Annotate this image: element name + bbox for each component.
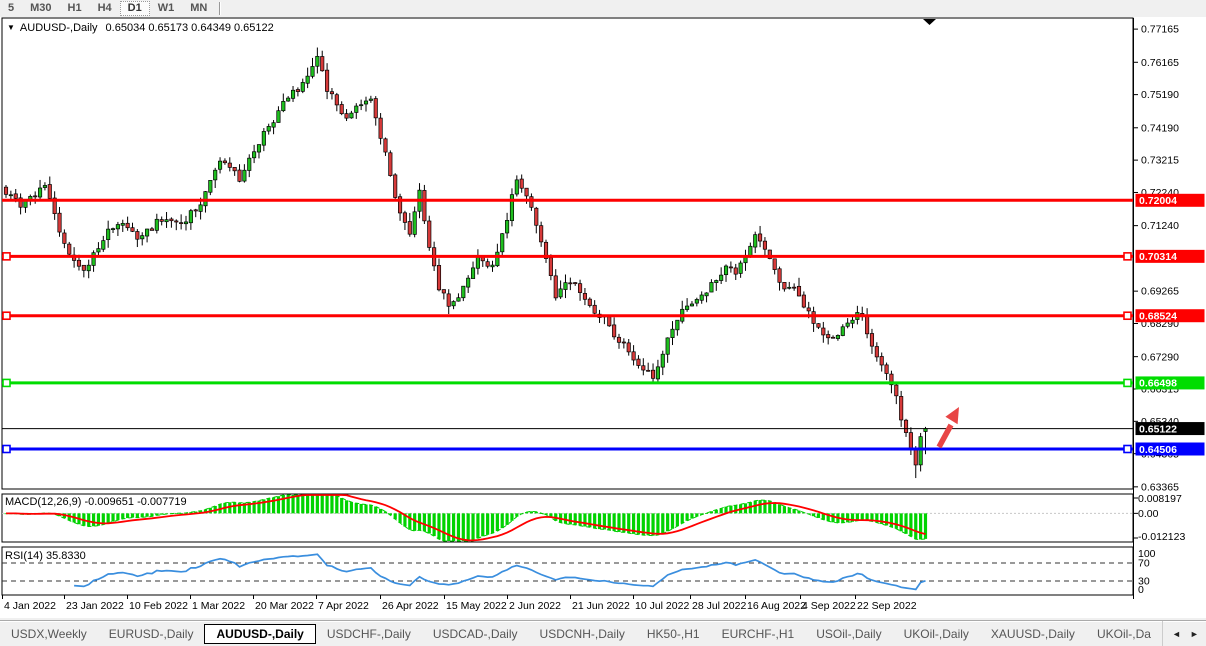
tab-hk50-h1[interactable]: HK50-,H1 [636, 624, 711, 644]
x-axis-date-label: 4 Sep 2022 [802, 600, 856, 612]
line-handle[interactable] [3, 445, 10, 452]
x-axis-date-label: 22 Sep 2022 [857, 600, 917, 612]
y-axis-tick-label: 0.67290 [1141, 351, 1179, 363]
x-axis-date-label: 16 Aug 2022 [747, 600, 806, 612]
tab-usdx-weekly[interactable]: USDX,Weekly [0, 624, 98, 644]
price-badge-label: 0.65122 [1139, 423, 1177, 435]
tab-usdchf-daily[interactable]: USDCHF-,Daily [316, 624, 422, 644]
x-axis-date-label: 10 Feb 2022 [129, 600, 188, 612]
line-handle[interactable] [1124, 312, 1131, 319]
price-badge-label: 0.64506 [1139, 444, 1177, 456]
y-axis-tick-label: 0.71240 [1141, 220, 1179, 232]
price-badge-label: 0.68524 [1139, 311, 1177, 323]
line-handle[interactable] [3, 312, 10, 319]
y-axis-tick-label: 0.76165 [1141, 57, 1179, 69]
rsi-axis-label: 70 [1138, 558, 1150, 570]
x-axis-date-label: 23 Jan 2022 [66, 600, 124, 612]
tab-audusd-daily[interactable]: AUDUSD-,Daily [204, 624, 315, 644]
candle [428, 216, 431, 251]
y-axis-tick-label: 0.63365 [1141, 481, 1179, 493]
timeframe-button-mn[interactable]: MN [182, 1, 215, 16]
price-badge-label: 0.66498 [1139, 378, 1177, 390]
price-badge-label: 0.72004 [1139, 195, 1177, 207]
macd-axis-label: 0.00 [1138, 508, 1159, 520]
x-axis-date-label: 2 Jun 2022 [509, 600, 561, 612]
tab-xauusd-daily[interactable]: XAUUSD-,Daily [980, 624, 1086, 644]
y-axis-tick-label: 0.74190 [1141, 122, 1179, 134]
timeframe-button-h1[interactable]: H1 [60, 1, 90, 16]
x-axis-date-label: 28 Jul 2022 [692, 600, 746, 612]
line-handle[interactable] [3, 253, 10, 260]
candle [423, 185, 426, 224]
x-axis-date-label: 10 Jul 2022 [635, 600, 689, 612]
macd-axis-label: 0.008197 [1138, 493, 1182, 505]
line-handle[interactable] [1124, 253, 1131, 260]
chart-canvas[interactable]: 0.771650.761650.751900.741900.732150.722… [0, 0, 1206, 620]
tab-eurusd-daily[interactable]: EURUSD-,Daily [98, 624, 205, 644]
x-axis-date-label: 21 Jun 2022 [572, 600, 630, 612]
candle [68, 242, 71, 256]
toolbar-separator [219, 2, 221, 15]
timeframe-toolbar: 5M30H1H4D1W1MN [0, 0, 1206, 17]
tab-ukoil-da[interactable]: UKOil-,Da [1086, 624, 1162, 644]
candle [389, 150, 392, 176]
symbol-tab-bar: USDX,WeeklyEURUSD-,DailyAUDUSD-,DailyUSD… [0, 620, 1206, 646]
tab-scroll-left-icon[interactable]: ◄ [1172, 629, 1181, 639]
y-axis-tick-label: 0.75190 [1141, 89, 1179, 101]
timeframe-button-5[interactable]: 5 [0, 1, 22, 16]
macd-axis-label: -0.012123 [1138, 531, 1185, 543]
y-axis-tick-label: 0.69265 [1141, 286, 1179, 298]
line-handle[interactable] [1124, 445, 1131, 452]
x-axis-date-label: 4 Jan 2022 [4, 600, 56, 612]
tab-usdcnh-daily[interactable]: USDCNH-,Daily [529, 624, 636, 644]
tab-eurchf-h1[interactable]: EURCHF-,H1 [711, 624, 806, 644]
line-handle[interactable] [1124, 379, 1131, 386]
y-axis-tick-label: 0.73215 [1141, 155, 1179, 167]
tab-usdcad-daily[interactable]: USDCAD-,Daily [422, 624, 529, 644]
timeframe-button-h4[interactable]: H4 [90, 1, 120, 16]
line-handle[interactable] [3, 379, 10, 386]
x-axis-date-label: 7 Apr 2022 [318, 600, 369, 612]
tab-scroll-right-icon[interactable]: ► [1190, 629, 1199, 639]
y-axis-tick-label: 0.77165 [1141, 24, 1179, 36]
macd-pane [2, 494, 1133, 542]
candle [394, 173, 397, 200]
x-axis-date-label: 26 Apr 2022 [382, 600, 439, 612]
tab-ukoil-daily[interactable]: UKOil-,Daily [893, 624, 980, 644]
tab-usoil-daily[interactable]: USOil-,Daily [805, 624, 892, 644]
price-badge-label: 0.70314 [1139, 251, 1177, 263]
timeframe-button-m30[interactable]: M30 [22, 1, 59, 16]
timeframe-button-w1[interactable]: W1 [150, 1, 183, 16]
rsi-axis-label: 0 [1138, 584, 1144, 596]
x-axis-date-label: 1 Mar 2022 [192, 600, 245, 612]
main-pane [2, 18, 1133, 489]
x-axis-date-label: 15 May 2022 [446, 600, 507, 612]
candle [608, 316, 611, 326]
x-axis-date-label: 20 Mar 2022 [255, 600, 314, 612]
timeframe-button-d1[interactable]: D1 [120, 1, 150, 16]
tab-scroll-controls: ◄► [1162, 621, 1206, 646]
